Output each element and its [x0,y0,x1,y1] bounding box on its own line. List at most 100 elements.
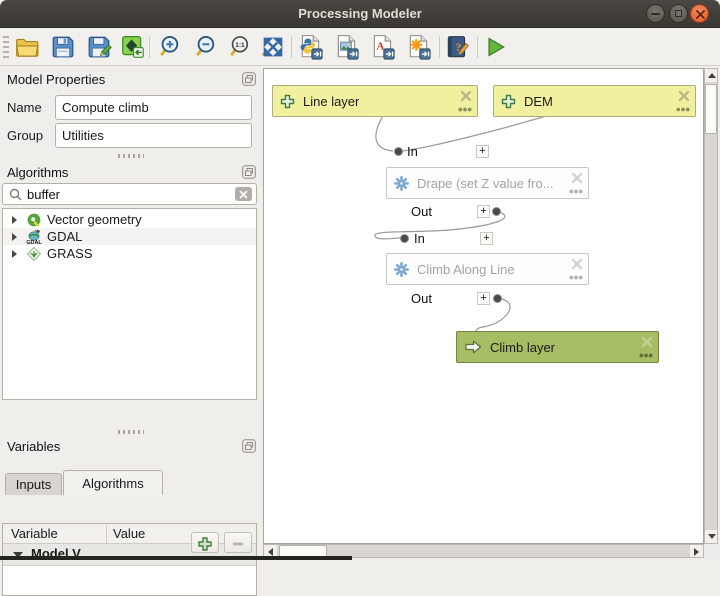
titlebar[interactable]: Processing Modeler [0,0,720,28]
processing-modeler-window: Processing Modeler 1:1 [0,0,720,560]
socket-dot[interactable] [492,207,501,216]
remove-node-icon[interactable] [571,258,583,270]
connection-links [264,69,704,544]
open-model-icon[interactable] [13,33,41,61]
gdal-icon: GDAL [26,229,42,245]
comment-dots-icon[interactable] [639,353,653,358]
algorithms-panel-title: Algorithms [7,165,68,180]
expand-sockets-button[interactable]: + [477,292,490,305]
model-canvas[interactable]: Line layer DEM In + Drape (set Z value f… [263,68,704,544]
zoom-in-icon[interactable] [157,33,185,61]
toolbar-separator [439,36,440,58]
arrow-up-icon [708,73,716,78]
tree-item-gdal[interactable]: GDAL GDAL [3,228,256,245]
model-properties-title: Model Properties [7,72,105,87]
left-dock: Model Properties Name Group Algorithms V… [0,66,262,556]
export-as-svg-icon[interactable] [405,33,433,61]
model-group-input[interactable] [55,123,252,148]
maximize-icon[interactable] [669,4,688,23]
column-variable: Variable [11,526,58,541]
tab-inputs[interactable]: Inputs [5,473,62,495]
column-value: Value [113,526,145,541]
save-model-in-project-icon[interactable] [119,33,147,61]
node-climb-along-line[interactable]: Climb Along Line [386,253,589,285]
float-panel-icon[interactable] [242,439,256,453]
tree-item-vector-geometry[interactable]: Vector geometry [3,211,256,228]
algorithm-gear-icon [394,262,409,277]
algorithm-search-box [2,183,257,205]
node-label: Line layer [303,94,359,109]
edit-model-help-icon[interactable]: ? [443,33,471,61]
expand-arrow-icon[interactable] [12,250,17,258]
node-label: DEM [524,94,553,109]
tree-item-label: GRASS [47,246,93,261]
node-dem[interactable]: DEM [493,85,696,117]
svg-text:A: A [376,41,384,53]
close-x-glyph [694,8,707,21]
comment-dots-icon[interactable] [569,275,583,280]
tree-item-grass[interactable]: GRASS [3,245,256,262]
output-arrow-icon [464,340,482,354]
close-icon[interactable] [690,4,709,23]
splitter-handle[interactable] [118,430,144,434]
scroll-up-button[interactable] [705,69,717,82]
float-panel-icon[interactable] [242,72,256,86]
expand-arrow-icon[interactable] [12,233,17,241]
svg-text:GDAL: GDAL [26,240,42,245]
expand-sockets-button[interactable]: + [476,145,489,158]
remove-node-icon[interactable] [641,336,653,348]
socket-dot[interactable] [394,147,403,156]
arrow-down-icon [708,534,716,539]
export-as-image-icon[interactable] [333,33,361,61]
column-divider[interactable] [106,524,107,544]
zoom-full-icon[interactable] [259,33,287,61]
algorithms-tree: Vector geometry GDAL GDAL GRASS [2,208,257,400]
socket-dot[interactable] [400,234,409,243]
comment-dots-icon[interactable] [458,107,472,112]
remove-node-icon[interactable] [678,90,690,102]
scroll-down-button[interactable] [705,530,717,543]
node-climb-layer[interactable]: Climb layer [456,331,659,363]
minimize-icon[interactable] [646,4,665,23]
node-drape[interactable]: Drape (set Z value fro... [386,167,589,199]
save-model-icon[interactable] [49,33,77,61]
scroll-right-button[interactable] [690,545,703,557]
svg-text:1:1: 1:1 [235,42,245,49]
remove-node-icon[interactable] [571,172,583,184]
socket-dot[interactable] [493,294,502,303]
toolbar-separator [477,36,478,58]
socket-label-out: Out [411,291,432,306]
node-label: Climb layer [490,340,555,355]
remove-variable-button[interactable] [224,532,252,553]
export-as-pdf-icon[interactable]: A [369,33,397,61]
run-model-icon[interactable] [481,33,509,61]
expand-sockets-button[interactable]: + [477,205,490,218]
node-line-layer[interactable]: Line layer [272,85,478,117]
clear-search-icon[interactable] [235,187,252,201]
maximize-glyph [675,10,682,17]
tab-algorithms[interactable]: Algorithms [63,470,163,495]
model-name-input[interactable] [55,95,252,120]
toolbar-separator [149,36,150,58]
splitter-handle[interactable] [118,154,144,158]
group-label: Group [7,128,43,143]
toolbar-grip[interactable] [3,36,9,58]
zoom-actual-size-icon[interactable]: 1:1 [227,33,255,61]
variables-panel-title: Variables [7,439,60,454]
comment-dots-icon[interactable] [676,107,690,112]
export-as-python-icon[interactable] [297,33,325,61]
tree-item-label: Vector geometry [47,212,142,227]
zoom-out-icon[interactable] [193,33,221,61]
algorithm-gear-icon [394,176,409,191]
comment-dots-icon[interactable] [569,189,583,194]
expand-arrow-icon[interactable] [12,216,17,224]
float-panel-icon[interactable] [242,165,256,179]
remove-node-icon[interactable] [460,90,472,102]
search-input[interactable] [27,185,227,203]
add-variable-button[interactable] [191,532,219,553]
vertical-scrollbar[interactable] [704,68,718,544]
save-model-as-icon[interactable] [85,33,113,61]
expand-sockets-button[interactable]: + [480,232,493,245]
vertical-scroll-thumb[interactable] [705,84,717,134]
window-title: Processing Modeler [0,6,720,21]
